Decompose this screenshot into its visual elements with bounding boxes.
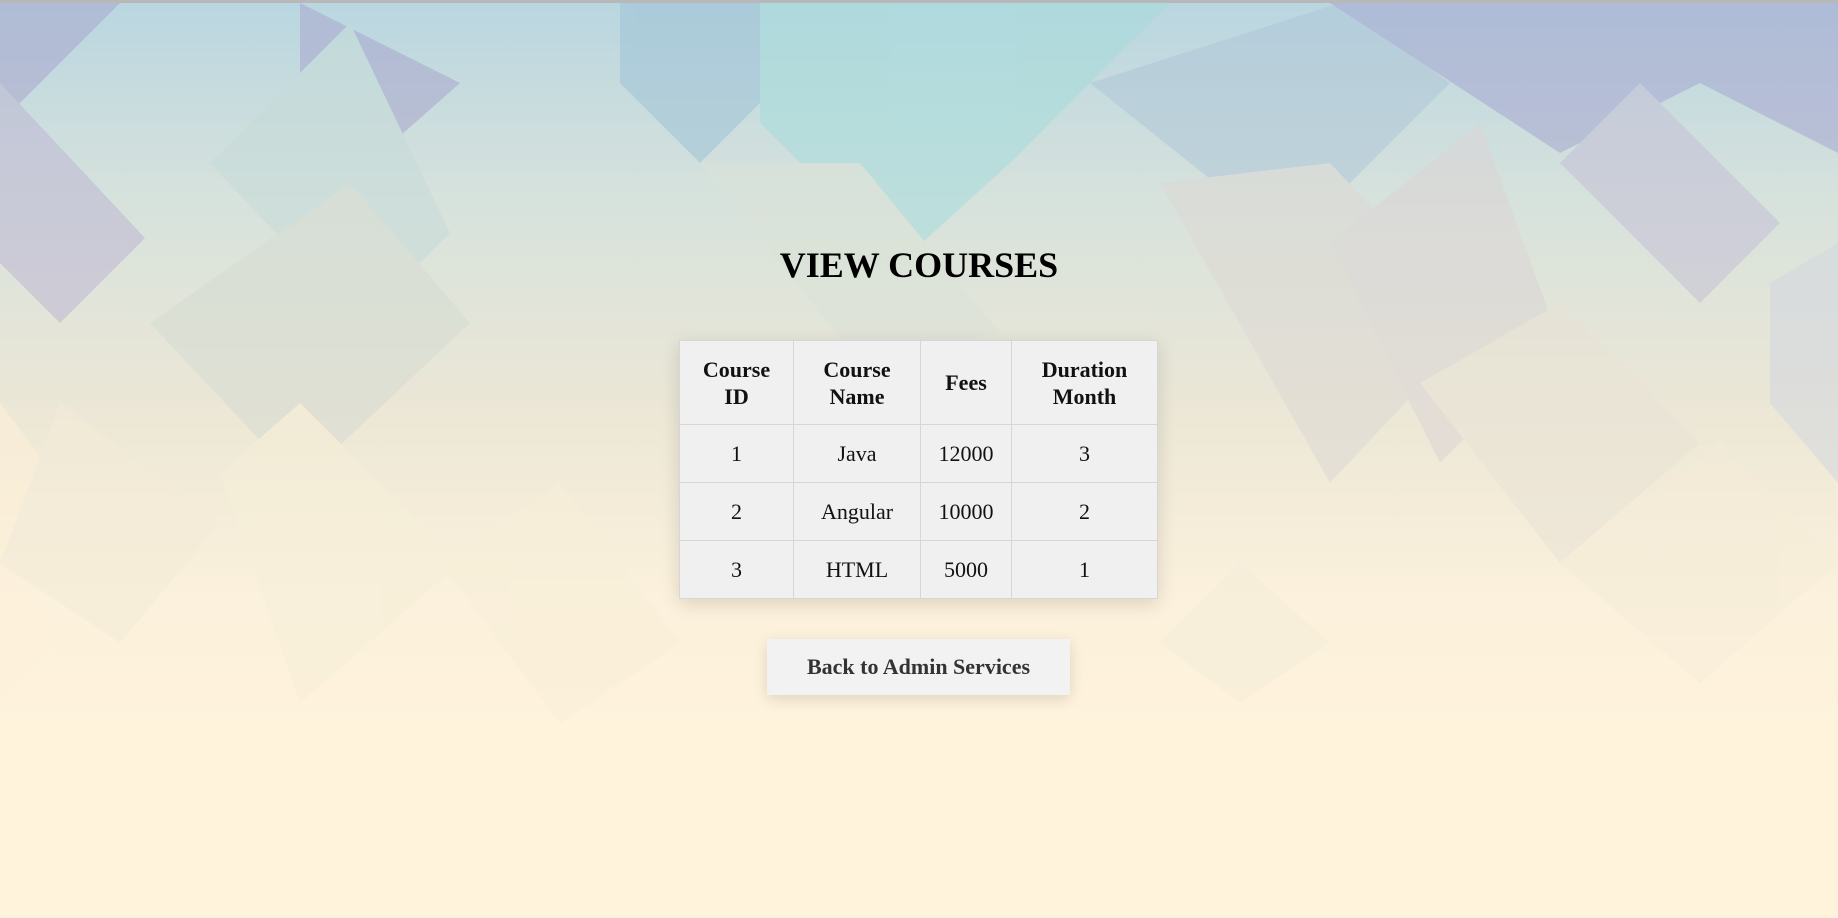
table-header-row: Course ID Course Name Fees Duration Mont…: [679, 340, 1158, 425]
header-text: Duration: [1041, 356, 1128, 382]
back-to-admin-services-button[interactable]: Back to Admin Services: [767, 639, 1070, 695]
cell-course-name: Java: [793, 424, 921, 483]
cell-fees: 12000: [920, 424, 1012, 483]
table-row: 1 Java 12000 3: [679, 424, 1158, 483]
header-text: Fees: [945, 370, 987, 395]
header-text: ID: [724, 383, 749, 409]
header-text: Course: [702, 356, 771, 382]
column-header-fees: Fees: [920, 340, 1012, 425]
cell-duration: 1: [1011, 540, 1158, 599]
header-text: Course: [823, 356, 891, 382]
cell-course-id: 2: [679, 482, 794, 541]
cell-course-id: 1: [679, 424, 794, 483]
column-header-course-name: Course Name: [793, 340, 921, 425]
page-title: VIEW COURSES: [779, 245, 1059, 285]
column-header-course-id: Course ID: [679, 340, 794, 425]
header-text: Name: [829, 383, 885, 409]
column-header-duration-month: Duration Month: [1011, 340, 1158, 425]
cell-duration: 3: [1011, 424, 1158, 483]
table-row: 3 HTML 5000 1: [679, 540, 1158, 599]
table-row: 2 Angular 10000 2: [679, 482, 1158, 541]
cell-course-id: 3: [679, 540, 794, 599]
cell-course-name: Angular: [793, 482, 921, 541]
cell-duration: 2: [1011, 482, 1158, 541]
courses-table: Course ID Course Name Fees Duration Mont…: [679, 340, 1158, 599]
header-text: Month: [1052, 383, 1117, 409]
table-header: Course ID Course Name Fees Duration Mont…: [679, 340, 1158, 425]
cell-course-name: HTML: [793, 540, 921, 599]
table-body: 1 Java 12000 3 2 Angular 10000 2 3 HTML …: [679, 424, 1158, 599]
cell-fees: 10000: [920, 482, 1012, 541]
cell-fees: 5000: [920, 540, 1012, 599]
